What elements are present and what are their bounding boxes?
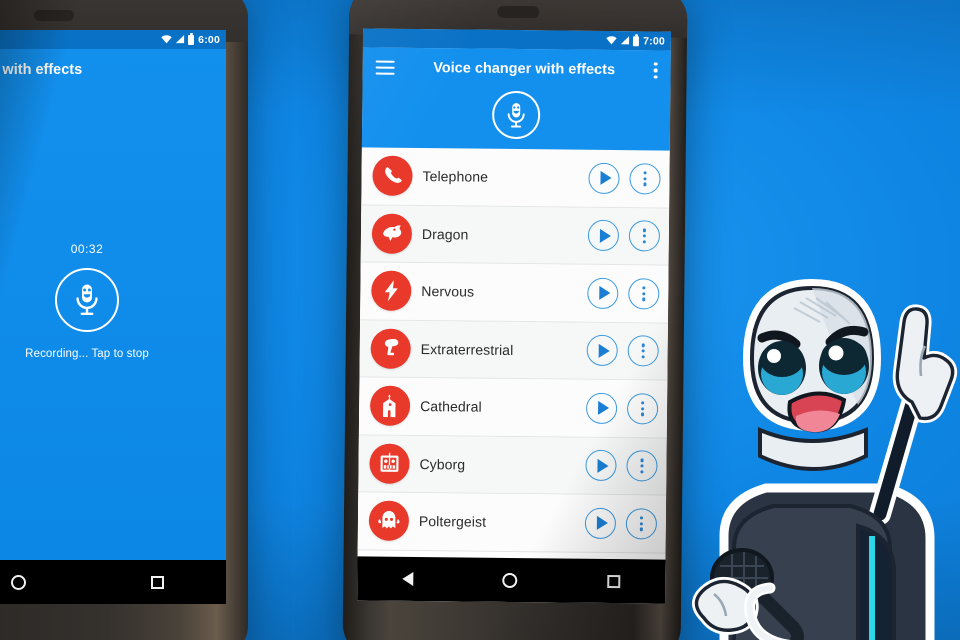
play-icon[interactable] <box>586 335 618 367</box>
effects-list[interactable]: Telephone Dragon Nervous Extraterrestrial Ca… <box>357 147 670 604</box>
telephone-handset-icon <box>385 167 402 184</box>
battery-icon <box>633 35 640 46</box>
effect-name: Poltergeist <box>418 513 487 530</box>
recents-icon[interactable] <box>607 574 621 588</box>
right-phone-device: 7:00 Voice changer with effects Telephon… <box>342 0 688 640</box>
alien-head-icon <box>384 338 399 355</box>
effect-row[interactable]: Dragon <box>360 204 670 266</box>
effect-row[interactable]: Cyborg <box>358 434 667 496</box>
effect-name: Extraterrestrial <box>420 340 514 358</box>
effect-icon-wrapper <box>369 443 410 484</box>
left-app-recording-screen: 6:00 changer with effects 00:32 <box>0 30 226 604</box>
kebab-menu-icon <box>643 170 647 187</box>
recording-status-text: Recording... Tap to stop <box>25 348 149 360</box>
church-icon <box>383 394 396 418</box>
effect-row[interactable]: Extraterrestrial <box>359 319 668 381</box>
recording-timer: 00:32 <box>70 242 104 256</box>
play-icon[interactable] <box>588 162 620 194</box>
play-icon[interactable] <box>585 392 618 424</box>
left-status-bar: 6:00 <box>0 30 226 49</box>
row-overflow-button[interactable] <box>629 162 661 195</box>
signal-icon <box>176 35 185 44</box>
back-icon[interactable] <box>402 571 414 586</box>
effect-row[interactable]: Poltergeist <box>357 492 667 554</box>
right-status-time: 7:00 <box>643 34 666 48</box>
right-nav-bar <box>357 556 666 604</box>
signal-icon <box>620 36 630 45</box>
play-triangle <box>599 228 611 243</box>
left-phone-screen: 6:00 changer with effects 00:32 <box>0 30 226 604</box>
effect-name: Telephone <box>422 168 489 185</box>
effect-name: Cyborg <box>419 455 466 473</box>
effect-icon-wrapper <box>371 213 413 254</box>
left-phone-speaker <box>34 10 74 21</box>
right-status-icons <box>606 35 640 46</box>
home-icon[interactable] <box>502 572 518 588</box>
left-status-icons <box>161 32 195 45</box>
lightning-bolt-icon <box>384 280 398 302</box>
wifi-icon <box>606 36 617 45</box>
microphone-icon <box>76 284 98 315</box>
kebab-menu-icon <box>639 515 644 532</box>
kebab-menu-icon[interactable] <box>653 62 658 79</box>
effect-name: Nervous <box>421 283 475 300</box>
play-triangle <box>599 171 612 186</box>
toolbar-record-button[interactable] <box>491 90 541 140</box>
app-title: Voice changer with effects <box>433 60 616 79</box>
ghost-icon <box>378 511 400 529</box>
home-icon[interactable] <box>10 574 26 590</box>
effect-name: Cathedral <box>420 398 482 415</box>
play-triangle <box>598 286 610 301</box>
effect-icon-wrapper <box>369 385 411 427</box>
record-stop-button[interactable] <box>55 268 119 332</box>
right-phone-speaker <box>497 5 540 19</box>
play-triangle <box>598 343 610 358</box>
play-triangle <box>596 458 609 473</box>
robot-mascot <box>692 278 958 640</box>
battery-icon <box>188 32 195 45</box>
effect-icon-wrapper <box>371 270 412 312</box>
robot-face-icon <box>380 452 399 472</box>
effect-row[interactable]: Telephone <box>361 147 670 209</box>
dragon-head-icon <box>382 225 402 241</box>
effect-row[interactable]: Cathedral <box>358 377 668 439</box>
left-phone-device: 6:00 changer with effects 00:32 <box>0 0 248 640</box>
microphone-icon <box>507 102 525 128</box>
effect-icon-wrapper <box>372 155 413 197</box>
left-toolbar-title: changer with effects <box>0 62 83 78</box>
play-icon[interactable] <box>587 220 620 252</box>
effect-icon-wrapper <box>370 328 411 369</box>
left-toolbar: changer with effects <box>0 49 226 91</box>
recents-icon[interactable] <box>150 575 164 589</box>
play-icon[interactable] <box>584 507 617 539</box>
hamburger-menu-icon[interactable] <box>375 60 395 75</box>
right-toolbar: Voice changer with effects <box>361 47 671 151</box>
left-nav-bar <box>0 560 226 604</box>
wifi-icon <box>161 35 172 44</box>
right-app-effects-screen: 7:00 Voice changer with effects Telephon… <box>357 28 672 604</box>
play-triangle <box>596 516 608 531</box>
effect-icon-wrapper <box>368 500 410 542</box>
play-icon[interactable] <box>585 449 617 482</box>
effect-name: Dragon <box>421 225 469 243</box>
left-recording-panel: 00:32 Recording... Tap to stop <box>0 242 226 360</box>
play-icon[interactable] <box>587 277 619 309</box>
right-toolbar-row: Voice changer with effects <box>362 47 670 90</box>
right-phone-screen: 7:00 Voice changer with effects Telephon… <box>357 28 672 604</box>
effect-row[interactable]: Nervous <box>360 262 669 324</box>
left-status-time: 6:00 <box>198 33 220 46</box>
play-triangle <box>597 401 609 416</box>
